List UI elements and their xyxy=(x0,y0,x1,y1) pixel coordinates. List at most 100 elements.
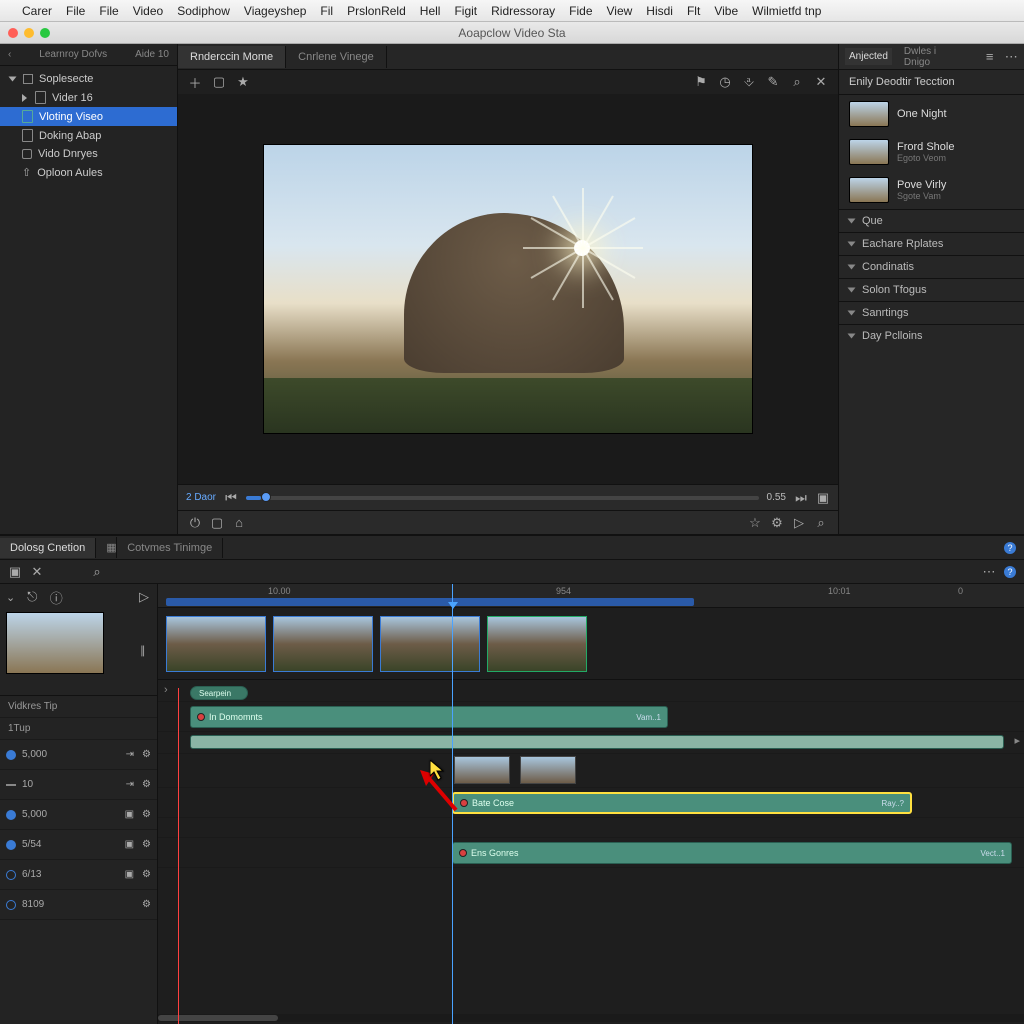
project-item[interactable]: Vider 16 xyxy=(0,88,177,107)
play-icon[interactable]: ▷ xyxy=(792,516,806,530)
inspector-section[interactable]: Que xyxy=(839,209,1024,232)
link-icon[interactable]: ⎋ xyxy=(25,590,39,604)
clip-thumb[interactable] xyxy=(166,616,266,672)
source-thumb[interactable] xyxy=(6,612,104,674)
project-item[interactable]: ⇧ Oploon Aules xyxy=(0,163,177,182)
viewer-tab[interactable]: Cnrlene Vinege xyxy=(286,46,387,68)
prev-icon[interactable]: ⏮ xyxy=(224,491,238,505)
menu-item[interactable]: Wilmietfd tnp xyxy=(752,4,821,18)
gear-icon[interactable]: ⚙ xyxy=(142,809,151,820)
timeline-canvas[interactable]: 10.00 954 10:01 0 › Searpein xyxy=(158,584,1024,1024)
project-item[interactable]: Vido Dnryes xyxy=(0,145,177,163)
timeline-tab[interactable]: Cotvmes Tinimge xyxy=(117,538,223,558)
fullscreen-icon[interactable]: ▣ xyxy=(816,491,830,505)
cam-icon[interactable]: ▣ xyxy=(125,869,134,880)
cam-icon[interactable]: ▣ xyxy=(125,809,134,820)
star-icon[interactable]: ☆ xyxy=(748,516,762,530)
inspector-section[interactable]: Eachare Rplates xyxy=(839,232,1024,255)
camera-icon[interactable]: ▣ xyxy=(8,565,22,579)
record-icon[interactable] xyxy=(6,840,16,850)
settings-icon[interactable]: ⚙ xyxy=(770,516,784,530)
track-header[interactable]: 6/13▣⚙ xyxy=(0,860,157,890)
inspector-section[interactable]: Solon Tfogus xyxy=(839,278,1024,301)
menu-item[interactable]: Video xyxy=(133,4,163,18)
more-icon[interactable]: ⋯ xyxy=(982,565,996,579)
lock-icon[interactable]: ⇥ xyxy=(126,779,134,790)
project-item[interactable]: Doking Abap xyxy=(0,126,177,145)
record-icon[interactable] xyxy=(6,870,16,880)
star-icon[interactable]: ★ xyxy=(236,75,250,89)
time-ruler[interactable]: 10.00 954 10:01 0 xyxy=(158,584,1024,608)
clock-icon[interactable]: ◷ xyxy=(718,75,732,89)
timeline-clip[interactable]: In Domomnts Vam..1 xyxy=(190,706,668,728)
search-icon[interactable]: ⌕ xyxy=(790,75,804,89)
track-header[interactable]: 5/54▣⚙ xyxy=(0,830,157,860)
disclosure-icon[interactable] xyxy=(9,77,17,82)
close-icon[interactable]: ✕ xyxy=(30,565,44,579)
clip-thumb[interactable] xyxy=(380,616,480,672)
menu-item[interactable]: Fil xyxy=(320,4,333,18)
track-header[interactable]: 5,000⇥⚙ xyxy=(0,740,157,770)
gear-icon[interactable]: ⚙ xyxy=(142,749,151,760)
help-icon[interactable]: ? xyxy=(1004,566,1016,578)
menu-item[interactable]: Hell xyxy=(420,4,441,18)
record-icon[interactable] xyxy=(6,750,16,760)
search-icon[interactable]: ⌕ xyxy=(90,565,104,579)
home-icon[interactable]: ⌂ xyxy=(232,516,246,530)
menu-item[interactable]: Vibe xyxy=(714,4,738,18)
search-icon[interactable]: ⌕ xyxy=(814,516,828,530)
track-header[interactable]: 5,000▣⚙ xyxy=(0,800,157,830)
track-header[interactable]: 8109⚙ xyxy=(0,890,157,920)
clip-badge[interactable]: Searpein xyxy=(190,686,248,700)
timeline-clip[interactable] xyxy=(190,735,1004,749)
play-icon[interactable]: ▷ xyxy=(137,590,151,604)
track-header[interactable]: 10⇥⚙ xyxy=(0,770,157,800)
marker-icon[interactable]: ⎀ xyxy=(742,75,756,89)
close-icon[interactable]: ✕ xyxy=(814,75,828,89)
cam-icon[interactable]: ▣ xyxy=(125,839,134,850)
clip-thumb[interactable] xyxy=(487,616,587,672)
info-icon[interactable]: ? xyxy=(1004,542,1016,554)
menu-item[interactable]: View xyxy=(607,4,633,18)
menu-item[interactable]: Fide xyxy=(569,4,592,18)
chevron-down-icon[interactable]: ⌄ xyxy=(6,591,15,604)
inspector-section[interactable]: Day Pclloins xyxy=(839,324,1024,347)
gear-icon[interactable]: ⚙ xyxy=(142,839,151,850)
inspector-section[interactable]: Sanrtings xyxy=(839,301,1024,324)
inspector-tab[interactable]: Dwles i Dnigo xyxy=(900,43,967,71)
lock-icon[interactable]: ⇥ xyxy=(126,749,134,760)
next-icon[interactable]: ⏭ xyxy=(794,491,808,505)
add-icon[interactable]: ＋ xyxy=(188,75,202,89)
menu-item[interactable]: Sodiphow xyxy=(177,4,230,18)
gear-icon[interactable]: ⚙ xyxy=(142,869,151,880)
power-icon[interactable]: ⏻ xyxy=(188,516,202,530)
gear-icon[interactable]: ⚙ xyxy=(142,899,151,910)
scrubber[interactable] xyxy=(246,496,759,500)
back-icon[interactable]: ‹ xyxy=(8,49,11,60)
menu-item[interactable]: Ridressoray xyxy=(491,4,555,18)
inspector-section[interactable]: Condinatis xyxy=(839,255,1024,278)
info-icon[interactable]: ⓘ xyxy=(49,590,63,604)
timeline-tab[interactable]: Dolosg Cnetion xyxy=(0,538,96,558)
in-point-marker[interactable] xyxy=(178,688,179,1024)
project-root[interactable]: Soplesecte xyxy=(0,70,177,88)
timeline-tab-icon[interactable]: ▦ xyxy=(96,537,117,558)
inspector-tab[interactable]: Anjected xyxy=(845,48,892,65)
preview-canvas[interactable] xyxy=(178,94,838,484)
menu-item[interactable]: Viageyshep xyxy=(244,4,307,18)
preset-item[interactable]: Pove VirlySgote Vam xyxy=(839,171,1024,209)
clip-thumb[interactable] xyxy=(273,616,373,672)
chevron-right-icon[interactable]: › xyxy=(164,684,168,696)
menu-item[interactable]: PrslonReld xyxy=(347,4,406,18)
menu-item[interactable]: Hisdi xyxy=(646,4,673,18)
menu-item[interactable]: File xyxy=(99,4,118,18)
timeline-clip[interactable]: Ens Gonres Vect..1 xyxy=(452,842,1012,864)
timeline-clip-selected[interactable]: Bate Cose Ray..? xyxy=(452,792,912,814)
more-icon[interactable]: ⋯ xyxy=(1004,50,1018,64)
pause-icon[interactable]: ∥ xyxy=(140,644,146,657)
gear-icon[interactable]: ⚙ xyxy=(142,779,151,790)
record-icon[interactable] xyxy=(6,900,16,910)
menu-item[interactable]: Figit xyxy=(454,4,477,18)
flag-icon[interactable]: ⚑ xyxy=(694,75,708,89)
project-item-selected[interactable]: Vloting Viseo xyxy=(0,107,177,126)
